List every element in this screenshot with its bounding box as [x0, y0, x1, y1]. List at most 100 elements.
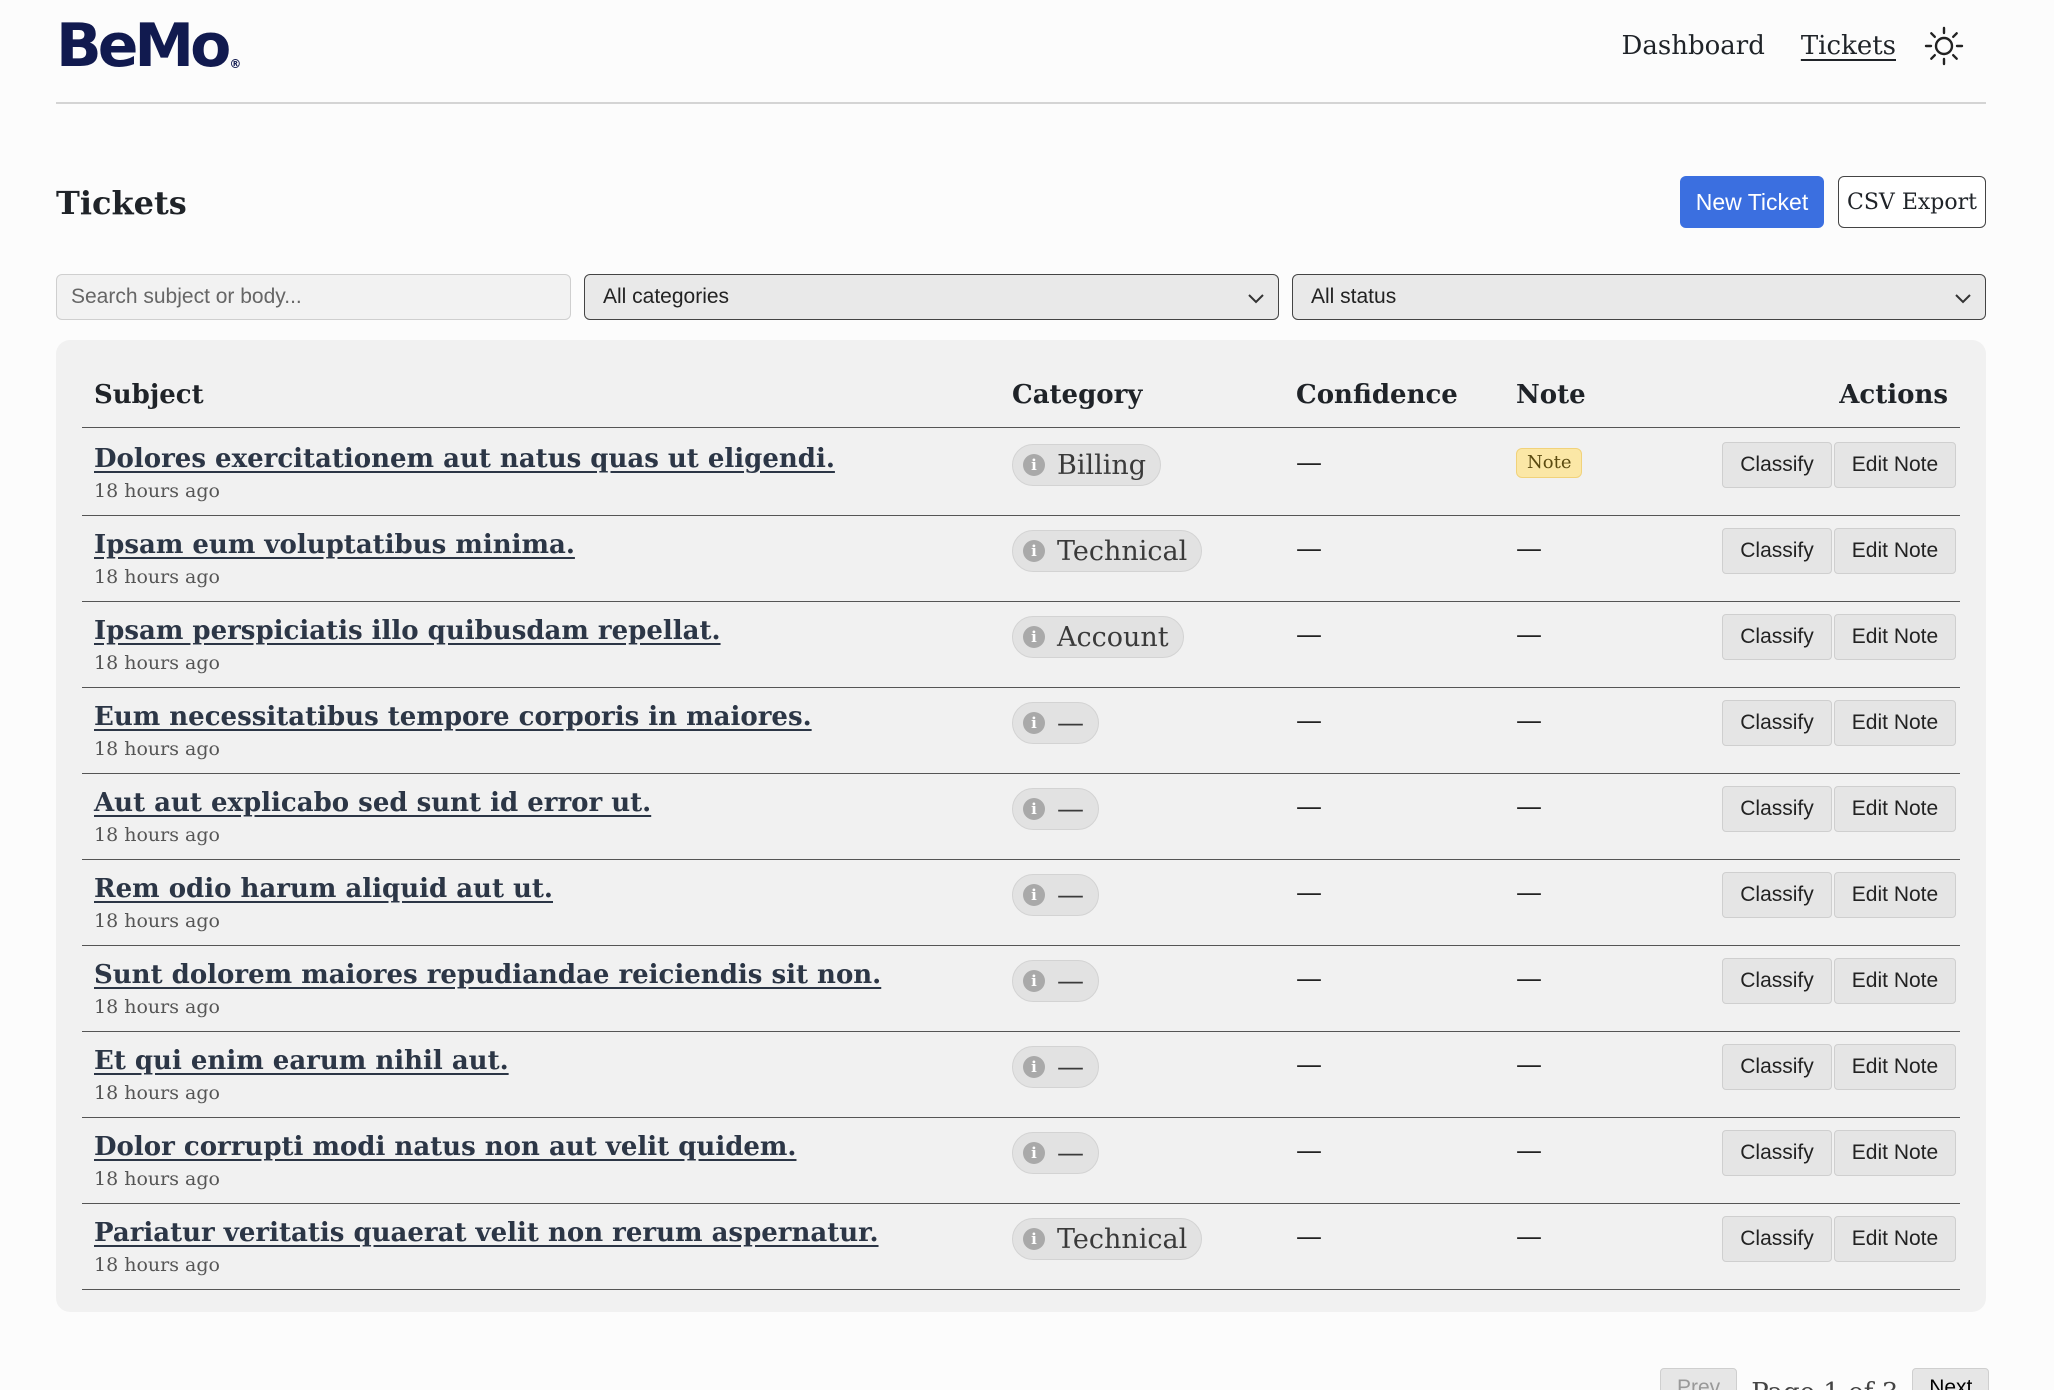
confidence-value: —	[1296, 792, 1322, 822]
category-badge: i Technical	[1012, 530, 1203, 572]
info-icon[interactable]: i	[1023, 540, 1045, 562]
ticket-time: 18 hours ago	[94, 1082, 220, 1104]
info-icon[interactable]: i	[1023, 712, 1045, 734]
category-value: Technical	[1057, 1223, 1188, 1255]
category-select[interactable]: All categories	[584, 274, 1279, 320]
category-badge: i —	[1012, 1132, 1099, 1174]
category-value: —	[1057, 1051, 1084, 1083]
note-value: —	[1516, 706, 1542, 736]
note-value: —	[1516, 878, 1542, 908]
info-icon[interactable]: i	[1023, 1142, 1045, 1164]
ticket-subject-link[interactable]: Dolor corrupti modi natus non aut velit …	[94, 1132, 796, 1162]
classify-button[interactable]: Classify	[1722, 1130, 1832, 1176]
category-badge: i Technical	[1012, 1218, 1203, 1260]
classify-button[interactable]: Classify	[1722, 1044, 1832, 1090]
classify-button[interactable]: Classify	[1722, 528, 1832, 574]
table-row: Ipsam eum voluptatibus minima. 18 hours a…	[82, 516, 1960, 602]
pagination: Prev Page 1 of 3 Next	[1660, 1368, 1990, 1390]
category-value: —	[1057, 1137, 1084, 1169]
note-value: —	[1516, 1222, 1542, 1252]
ticket-subject-link[interactable]: Ipsam perspiciatis illo quibusdam repell…	[94, 616, 721, 646]
category-badge: i —	[1012, 874, 1099, 916]
info-icon[interactable]: i	[1023, 798, 1045, 820]
column-header-confidence: Confidence	[1296, 380, 1458, 410]
category-value: —	[1057, 879, 1084, 911]
bemo-logo[interactable]: BeMo ®	[56, 14, 241, 78]
classify-button[interactable]: Classify	[1722, 700, 1832, 746]
confidence-value: —	[1296, 1136, 1322, 1166]
nav-dashboard[interactable]: Dashboard	[1622, 31, 1765, 61]
ticket-subject-link[interactable]: Ipsam eum voluptatibus minima.	[94, 530, 575, 560]
prev-page-button[interactable]: Prev	[1660, 1368, 1738, 1390]
edit-note-button[interactable]: Edit Note	[1834, 872, 1956, 918]
note-value: —	[1516, 1050, 1542, 1080]
confidence-value: —	[1296, 964, 1322, 994]
confidence-value: —	[1296, 448, 1322, 478]
app-header: BeMo ® Dashboard Tickets	[56, 0, 1986, 104]
category-badge: i —	[1012, 702, 1099, 744]
ticket-time: 18 hours ago	[94, 1168, 220, 1190]
confidence-value: —	[1296, 706, 1322, 736]
ticket-subject-link[interactable]: Eum necessitatibus tempore corporis in m…	[94, 702, 812, 732]
column-header-category: Category	[1012, 380, 1143, 410]
classify-button[interactable]: Classify	[1722, 442, 1832, 488]
ticket-time: 18 hours ago	[94, 824, 220, 846]
table-row: Aut aut explicabo sed sunt id error ut. 1…	[82, 774, 1960, 860]
classify-button[interactable]: Classify	[1722, 614, 1832, 660]
ticket-subject-link[interactable]: Sunt dolorem maiores repudiandae reicien…	[94, 960, 881, 990]
category-select-value: All categories	[603, 285, 730, 308]
info-icon[interactable]: i	[1023, 626, 1045, 648]
column-header-actions: Actions	[1839, 380, 1948, 410]
edit-note-button[interactable]: Edit Note	[1834, 786, 1956, 832]
table-row: Eum necessitatibus tempore corporis in m…	[82, 688, 1960, 774]
nav-tickets[interactable]: Tickets	[1801, 31, 1896, 61]
ticket-subject-link[interactable]: Dolores exercitationem aut natus quas ut…	[94, 444, 835, 474]
note-value: —	[1516, 1136, 1542, 1166]
info-icon[interactable]: i	[1023, 884, 1045, 906]
chevron-down-icon	[1955, 294, 1971, 304]
csv-export-button[interactable]: CSV Export	[1838, 176, 1986, 228]
sun-icon[interactable]	[1924, 26, 1964, 66]
edit-note-button[interactable]: Edit Note	[1834, 1130, 1956, 1176]
table-row: Et qui enim earum nihil aut. 18 hours ago…	[82, 1032, 1960, 1118]
classify-button[interactable]: Classify	[1722, 1216, 1832, 1262]
ticket-subject-link[interactable]: Rem odio harum aliquid aut ut.	[94, 874, 553, 904]
ticket-subject-link[interactable]: Et qui enim earum nihil aut.	[94, 1046, 509, 1076]
new-ticket-button[interactable]: New Ticket	[1680, 176, 1824, 228]
edit-note-button[interactable]: Edit Note	[1834, 1216, 1956, 1262]
edit-note-button[interactable]: Edit Note	[1834, 958, 1956, 1004]
category-badge: i Account	[1012, 616, 1184, 658]
category-badge: i —	[1012, 960, 1099, 1002]
info-icon[interactable]: i	[1023, 970, 1045, 992]
info-icon[interactable]: i	[1023, 1056, 1045, 1078]
table-row: Sunt dolorem maiores repudiandae reicien…	[82, 946, 1960, 1032]
edit-note-button[interactable]: Edit Note	[1834, 614, 1956, 660]
ticket-time: 18 hours ago	[94, 738, 220, 760]
category-badge: i —	[1012, 1046, 1099, 1088]
note-value: —	[1516, 620, 1542, 650]
edit-note-button[interactable]: Edit Note	[1834, 528, 1956, 574]
table-row: Rem odio harum aliquid aut ut. 18 hours a…	[82, 860, 1960, 946]
classify-button[interactable]: Classify	[1722, 872, 1832, 918]
edit-note-button[interactable]: Edit Note	[1834, 700, 1956, 746]
chevron-down-icon	[1248, 294, 1264, 304]
info-icon[interactable]: i	[1023, 1228, 1045, 1250]
edit-note-button[interactable]: Edit Note	[1834, 1044, 1956, 1090]
search-input[interactable]	[56, 274, 571, 320]
confidence-value: —	[1296, 1050, 1322, 1080]
ticket-time: 18 hours ago	[94, 652, 220, 674]
status-select[interactable]: All status	[1292, 274, 1986, 320]
table-row: Dolor corrupti modi natus non aut velit …	[82, 1118, 1960, 1204]
tickets-table-card: Subject Category Confidence Note Actions…	[56, 340, 1986, 1312]
info-icon[interactable]: i	[1023, 454, 1045, 476]
edit-note-button[interactable]: Edit Note	[1834, 442, 1956, 488]
classify-button[interactable]: Classify	[1722, 786, 1832, 832]
column-header-subject: Subject	[94, 380, 204, 410]
table-row: Dolores exercitationem aut natus quas ut…	[82, 430, 1960, 516]
confidence-value: —	[1296, 534, 1322, 564]
page-indicator: Page 1 of 3	[1751, 1378, 1898, 1390]
ticket-subject-link[interactable]: Aut aut explicabo sed sunt id error ut.	[94, 788, 651, 818]
next-page-button[interactable]: Next	[1912, 1368, 1990, 1390]
ticket-subject-link[interactable]: Pariatur veritatis quaerat velit non rer…	[94, 1218, 879, 1248]
classify-button[interactable]: Classify	[1722, 958, 1832, 1004]
